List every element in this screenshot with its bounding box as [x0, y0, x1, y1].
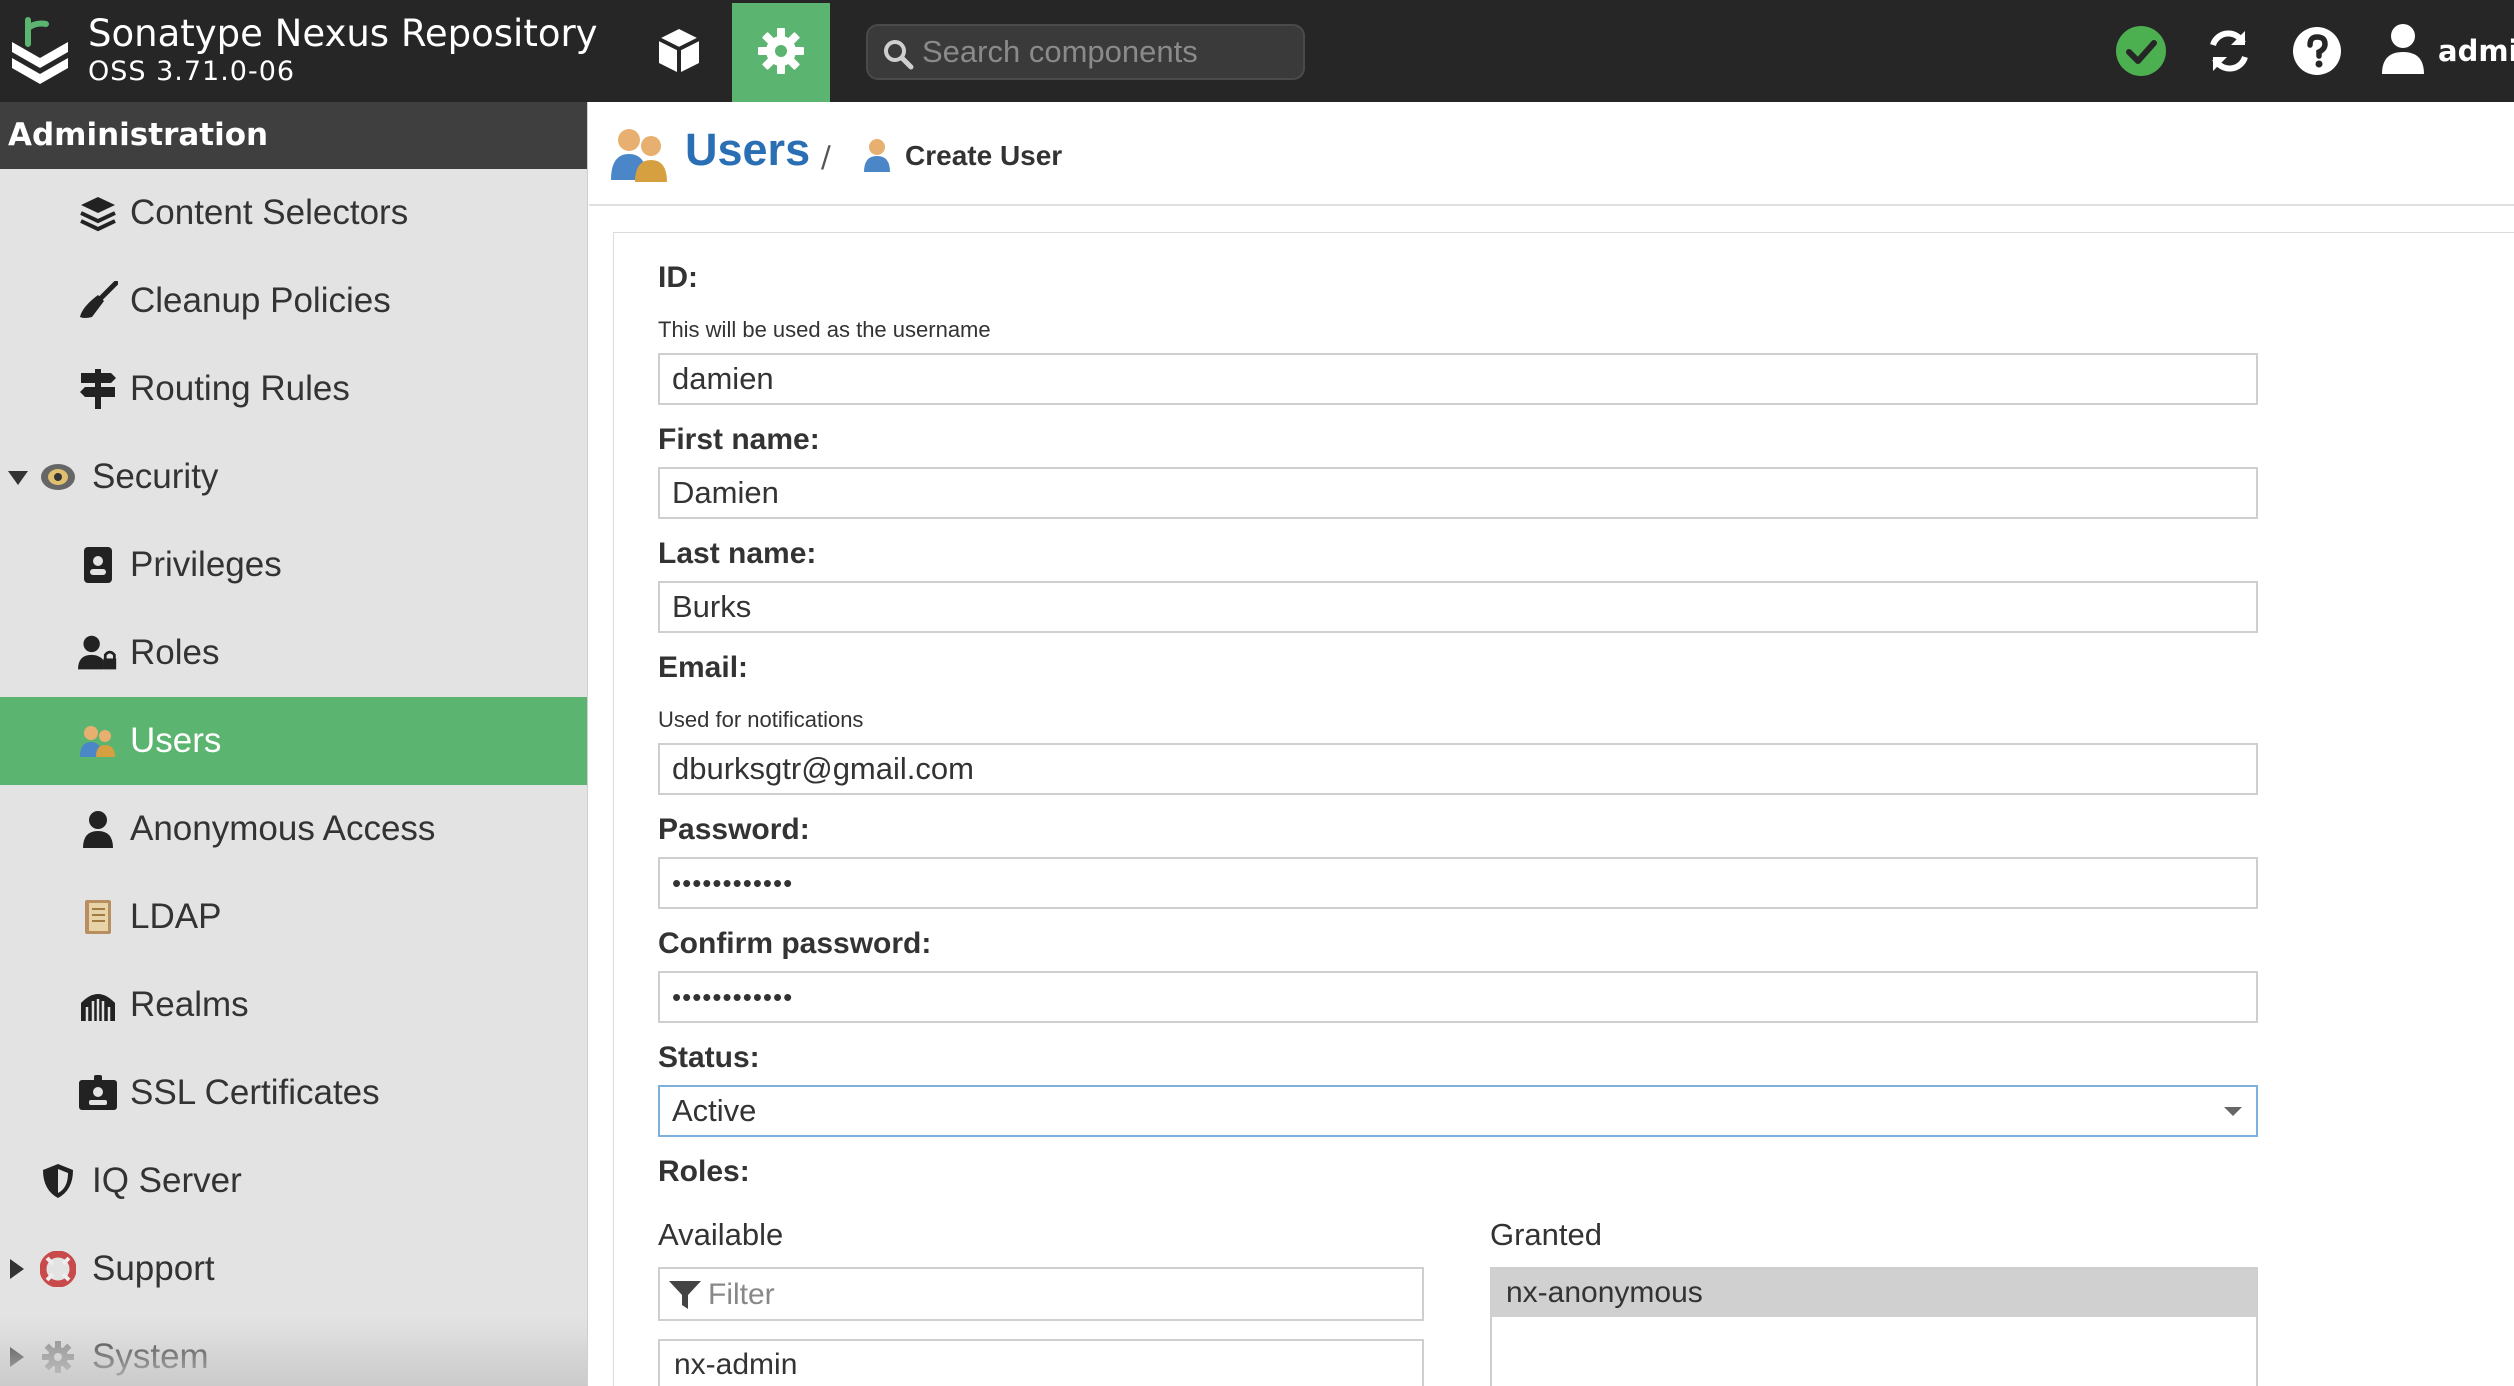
sidebar-heading: Administration — [0, 102, 587, 169]
breadcrumb: Users / Create User — [589, 102, 2514, 206]
confirm-password-field[interactable]: •••••••••••• — [658, 971, 2258, 1023]
address-book-icon — [78, 897, 118, 937]
available-roles-list[interactable]: nx-admin — [658, 1339, 1424, 1386]
sidebar-item-label: Privileges — [130, 545, 282, 584]
create-user-form: ID: This will be used as the username da… — [613, 232, 2514, 1386]
lifebuoy-icon — [38, 1249, 78, 1289]
certificate-icon — [78, 1073, 118, 1113]
caret-right-icon[interactable] — [10, 1259, 24, 1279]
sidebar-item-realms[interactable]: Realms — [0, 961, 587, 1049]
user-icon — [863, 138, 891, 176]
status-value: Active — [672, 1093, 757, 1128]
available-roles-label: Available — [658, 1217, 784, 1252]
chevron-down-icon[interactable] — [2224, 1107, 2242, 1116]
email-help-text: Used for notifications — [658, 707, 864, 732]
id-badge-icon — [78, 545, 118, 585]
sidebar-item-label: System — [92, 1337, 209, 1376]
search-components[interactable] — [866, 24, 1305, 80]
administration-button[interactable] — [732, 3, 830, 102]
system-status-icon[interactable] — [2112, 22, 2170, 80]
roles-filter-input[interactable] — [708, 1275, 1408, 1315]
breadcrumb-separator: / — [821, 140, 831, 174]
sidebar-item-label: SSL Certificates — [130, 1073, 380, 1112]
sidebar-item-system[interactable]: System — [0, 1313, 587, 1386]
sidebar-item-label: Support — [92, 1249, 215, 1288]
sidebar-item-label: LDAP — [130, 897, 222, 936]
list-item[interactable]: nx-anonymous — [1492, 1269, 2256, 1317]
search-input[interactable] — [922, 32, 1292, 72]
sidebar-item-roles[interactable]: Roles — [0, 609, 587, 697]
sidebar-item-label: IQ Server — [92, 1161, 242, 1200]
sidebar-item-users[interactable]: Users — [0, 697, 587, 785]
breadcrumb-users-link[interactable]: Users — [685, 124, 810, 176]
roles-label: Roles: — [658, 1155, 750, 1188]
status-label: Status: — [658, 1041, 760, 1074]
admin-sidebar: Administration Content Selectors Cleanup… — [0, 102, 588, 1386]
top-header: Sonatype Nexus Repository OSS 3.71.0-06 — [0, 0, 2514, 102]
sidebar-item-label: Users — [130, 721, 222, 760]
sidebar-item-label: Routing Rules — [130, 369, 350, 408]
brand-title: Sonatype Nexus Repository — [88, 12, 598, 55]
sidebar-item-iq-server[interactable]: IQ Server — [0, 1137, 587, 1225]
refresh-icon[interactable] — [2200, 22, 2258, 80]
id-field[interactable]: damien — [658, 353, 2258, 405]
sidebar-item-ldap[interactable]: LDAP — [0, 873, 587, 961]
browse-button[interactable] — [630, 3, 728, 102]
email-label: Email: — [658, 651, 749, 684]
granted-roles-label: Granted — [1490, 1217, 1603, 1252]
broom-icon — [78, 281, 118, 321]
id-label: ID: — [658, 261, 698, 294]
security-badge-icon — [38, 457, 78, 497]
layers-icon — [78, 193, 118, 233]
realm-icon — [78, 985, 118, 1025]
user-icon — [2380, 22, 2426, 80]
user-name: admin — [2438, 34, 2514, 68]
roles-filter[interactable] — [658, 1267, 1424, 1321]
confirm-password-label: Confirm password: — [658, 927, 932, 960]
sidebar-item-cleanup-policies[interactable]: Cleanup Policies — [0, 257, 587, 345]
sidebar-item-routing-rules[interactable]: Routing Rules — [0, 345, 587, 433]
sidebar-item-ssl-certificates[interactable]: SSL Certificates — [0, 1049, 587, 1137]
status-select[interactable]: Active — [658, 1085, 2258, 1137]
email-field[interactable]: dburksgtr@gmail.com — [658, 743, 2258, 795]
password-field[interactable]: •••••••••••• — [658, 857, 2258, 909]
caret-down-icon[interactable] — [8, 471, 28, 485]
sidebar-item-anonymous-access[interactable]: Anonymous Access — [0, 785, 587, 873]
sidebar-item-label: Realms — [130, 985, 249, 1024]
sidebar-item-security[interactable]: Security — [0, 433, 587, 521]
cube-icon — [653, 25, 705, 81]
signpost-icon — [78, 369, 118, 409]
breadcrumb-current-page: Create User — [905, 140, 1063, 171]
last-name-label: Last name: — [658, 537, 817, 570]
first-name-field[interactable]: Damien — [658, 467, 2258, 519]
caret-right-icon[interactable] — [10, 1347, 24, 1367]
sidebar-item-privileges[interactable]: Privileges — [0, 521, 587, 609]
sidebar-item-label: Roles — [130, 633, 220, 672]
users-icon — [78, 721, 118, 761]
sidebar-item-label: Anonymous Access — [130, 809, 436, 848]
help-icon[interactable] — [2288, 22, 2346, 80]
sidebar-item-label: Cleanup Policies — [130, 281, 391, 320]
user-menu[interactable]: admin — [2380, 18, 2514, 84]
id-help-text: This will be used as the username — [658, 317, 991, 342]
sidebar-item-label: Content Selectors — [130, 193, 409, 232]
users-icon — [609, 124, 669, 188]
nexus-logo-icon[interactable] — [8, 16, 72, 86]
brand-version: OSS 3.71.0-06 — [88, 56, 296, 87]
list-item[interactable]: nx-admin — [660, 1341, 1422, 1386]
password-label: Password: — [658, 813, 810, 846]
main-content: Users / Create User ID: This will be use… — [589, 102, 2514, 1386]
sidebar-item-label: Security — [92, 457, 219, 496]
last-name-field[interactable]: Burks — [658, 581, 2258, 633]
user-lock-icon — [78, 633, 118, 673]
shield-icon — [38, 1161, 78, 1201]
user-icon — [78, 809, 118, 849]
gear-icon — [756, 26, 806, 80]
sidebar-item-support[interactable]: Support — [0, 1225, 587, 1313]
first-name-label: First name: — [658, 423, 820, 456]
granted-roles-list[interactable]: nx-anonymous — [1490, 1267, 2258, 1386]
sidebar-item-content-selectors[interactable]: Content Selectors — [0, 169, 587, 257]
gear-icon — [38, 1337, 78, 1377]
